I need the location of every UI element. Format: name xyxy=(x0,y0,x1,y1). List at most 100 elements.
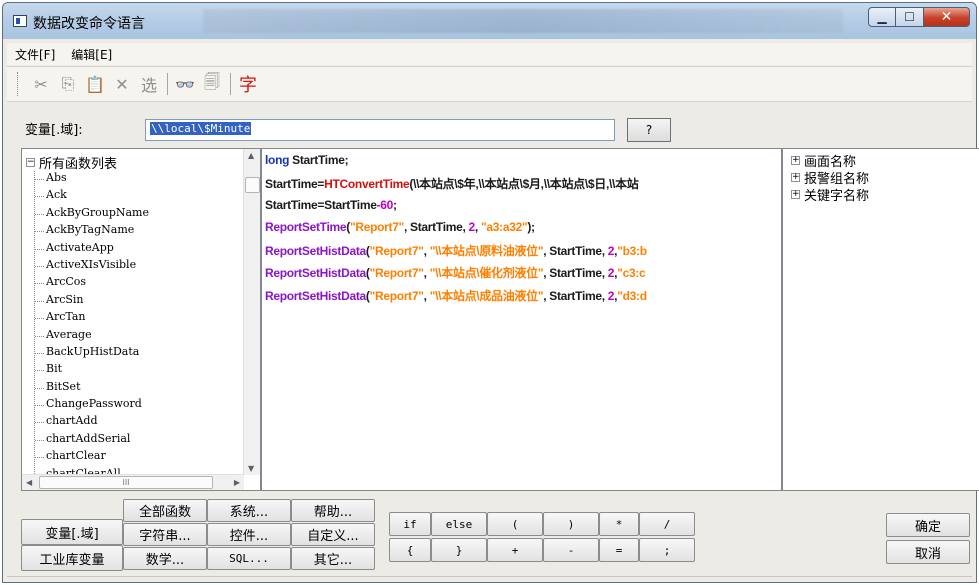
variable-domain-button[interactable]: 变量[.域] xyxy=(21,519,123,545)
delete-icon[interactable]: ✕ xyxy=(111,73,133,95)
custom-functions-button[interactable]: 自定义... xyxy=(291,523,375,546)
sql-functions-button[interactable]: SQL... xyxy=(207,547,291,570)
code-function: HTConvertTime xyxy=(324,177,410,192)
code-string: "\\本站点\催化剂液位" xyxy=(429,266,544,281)
function-item[interactable]: ActiveXIsVisible xyxy=(35,258,149,275)
expand-icon[interactable]: + xyxy=(791,173,800,182)
system-functions-button[interactable]: 系统... xyxy=(207,499,291,522)
tree-item-keywords[interactable]: + 关键字名称 xyxy=(791,185,869,204)
maximize-button[interactable]: ☐ xyxy=(896,7,924,27)
menu-edit[interactable]: 编辑[E] xyxy=(63,46,120,63)
operator-multiply-button[interactable]: * xyxy=(599,512,639,536)
variable-row: 变量[.域]: \\local\$Minute ? xyxy=(7,105,972,145)
close-button[interactable]: ✕ xyxy=(924,7,970,27)
code-string: "a3:a32" xyxy=(481,219,528,234)
code-line: StartTime=HTConvertTime(\\本站点\$年,\\本站点\$… xyxy=(262,175,781,197)
code-text: ); xyxy=(527,219,535,234)
operator-semicolon-button[interactable]: ; xyxy=(639,538,695,562)
code-line: ReportSetHistData("Report7", "\\本站点\成品油液… xyxy=(262,287,781,309)
collapse-icon[interactable]: − xyxy=(26,158,35,167)
scroll-up-icon[interactable]: ▲ xyxy=(248,151,254,160)
minimize-icon: ▁ xyxy=(877,10,887,24)
tag-variable-button[interactable]: 工业库变量 xyxy=(21,545,123,571)
function-item[interactable]: ArcCos xyxy=(35,275,149,292)
function-item[interactable]: Bit xyxy=(35,362,149,379)
variable-input[interactable]: \\local\$Minute xyxy=(145,119,615,141)
function-item[interactable]: AckByTagName xyxy=(35,223,149,240)
string-functions-button[interactable]: 字符串... xyxy=(123,523,207,546)
tree-root[interactable]: − 所有函数列表 xyxy=(26,153,117,172)
function-item[interactable]: ArcSin xyxy=(35,293,149,310)
title-bar: 数据改变命令语言 ▁ ☐ ✕ xyxy=(3,3,976,39)
all-functions-button[interactable]: 全部函数 xyxy=(123,499,207,522)
minimize-button[interactable]: ▁ xyxy=(868,7,896,27)
code-string: "Report7" xyxy=(369,244,424,259)
expand-icon[interactable]: + xyxy=(791,156,800,165)
other-functions-button[interactable]: 其它... xyxy=(291,547,375,570)
code-string: "Report7" xyxy=(369,288,424,303)
operator-close-brace-button[interactable]: } xyxy=(431,538,487,562)
code-function: ReportSetHistData xyxy=(265,244,366,259)
code-string: "Report7" xyxy=(349,219,404,234)
scroll-thumb[interactable] xyxy=(245,177,260,193)
function-item[interactable]: chartClear xyxy=(35,449,149,466)
font-icon[interactable]: 字 xyxy=(237,73,259,96)
function-item[interactable]: chartAddSerial xyxy=(35,432,149,449)
vertical-scrollbar[interactable]: ▲ ▼ xyxy=(243,149,260,475)
window-controls: ▁ ☐ ✕ xyxy=(868,7,970,27)
operator-close-paren-button[interactable]: ) xyxy=(543,512,599,536)
control-functions-button[interactable]: 控件... xyxy=(207,523,291,546)
toolbar-separator xyxy=(230,73,231,95)
paste-icon[interactable]: 📋 xyxy=(84,73,106,95)
cut-icon[interactable]: ✂ xyxy=(30,73,52,95)
function-item[interactable]: chartAdd xyxy=(35,414,149,431)
function-item[interactable]: ChangePassword xyxy=(35,397,149,414)
code-line: StartTime=StartTime-60; xyxy=(262,198,781,220)
operator-equals-button[interactable]: = xyxy=(599,538,639,562)
scroll-right-icon[interactable]: ▶ xyxy=(234,478,240,487)
operator-open-brace-button[interactable]: { xyxy=(389,538,431,562)
replace-icon[interactable]: 🗐 xyxy=(201,72,223,95)
code-string: "Report7" xyxy=(369,266,424,281)
menu-file[interactable]: 文件[F] xyxy=(7,46,63,63)
scroll-left-icon[interactable]: ◀ xyxy=(26,478,32,487)
code-line: ReportSetTime("Report7", StartTime, 2, "… xyxy=(262,220,781,242)
title-bar-blur xyxy=(203,9,843,33)
tree-root-label: 所有函数列表 xyxy=(39,157,118,172)
scroll-down-icon[interactable]: ▼ xyxy=(248,464,254,473)
math-functions-button[interactable]: 数学... xyxy=(123,547,207,570)
operator-if-button[interactable]: if xyxy=(389,512,431,536)
function-item[interactable]: BackUpHistData xyxy=(35,345,149,362)
select-icon[interactable]: 选 xyxy=(138,73,160,95)
help-button[interactable]: 帮助... xyxy=(291,499,375,522)
toolbar-grip[interactable] xyxy=(17,72,20,96)
names-tree[interactable]: + 画面名称 + 报警组名称 + 关键字名称 xyxy=(782,148,979,491)
copy-icon[interactable]: ⎘ xyxy=(57,73,79,95)
hscroll-thumb[interactable]: III xyxy=(39,476,213,489)
code-editor[interactable]: long StartTime; StartTime=HTConvertTime(… xyxy=(261,148,782,491)
function-item[interactable]: BitSet xyxy=(35,380,149,397)
horizontal-scrollbar[interactable]: ◀ III ▶ xyxy=(22,474,244,490)
variable-label: 变量[.域]: xyxy=(25,123,83,138)
operator-plus-button[interactable]: + xyxy=(487,538,543,562)
code-function: ReportSetHistData xyxy=(265,288,366,303)
close-icon: ✕ xyxy=(940,9,953,25)
function-item[interactable]: Average xyxy=(35,328,149,345)
function-item[interactable]: Ack xyxy=(35,188,149,205)
operator-open-paren-button[interactable]: ( xyxy=(487,512,543,536)
expand-icon[interactable]: + xyxy=(791,190,800,199)
cancel-button[interactable]: 取消 xyxy=(886,540,970,564)
function-item[interactable]: ArcTan xyxy=(35,310,149,327)
ok-button[interactable]: 确定 xyxy=(886,513,970,537)
function-item[interactable]: AckByGroupName xyxy=(35,206,149,223)
operator-divide-button[interactable]: / xyxy=(639,512,695,536)
operator-minus-button[interactable]: - xyxy=(543,538,599,562)
find-icon[interactable]: 👓 xyxy=(174,73,196,95)
function-item[interactable]: Abs xyxy=(35,171,149,188)
function-item[interactable]: ActivateApp xyxy=(35,241,149,258)
variable-browse-button[interactable]: ? xyxy=(627,118,671,142)
operator-else-button[interactable]: else xyxy=(431,512,487,536)
variable-value: \\local\$Minute xyxy=(150,122,252,135)
code-string: "d3:d xyxy=(617,288,647,303)
function-tree[interactable]: − 所有函数列表 Abs Ack AckByGroupName AckByTag… xyxy=(21,148,261,491)
